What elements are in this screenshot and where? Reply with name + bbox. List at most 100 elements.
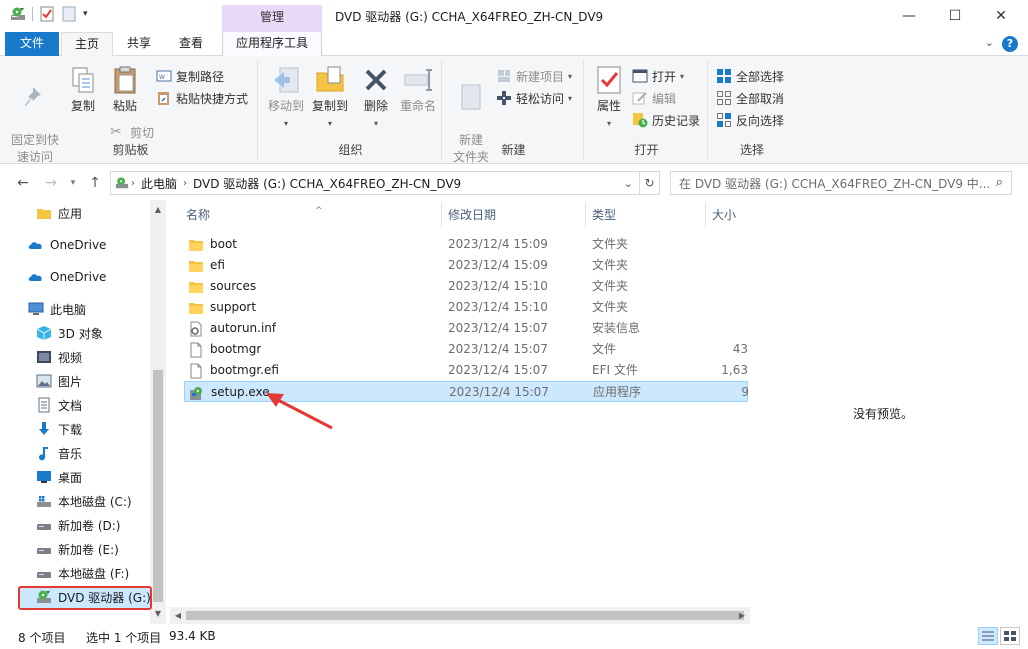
file-row-bootmgr[interactable]: bootmgr 2023/12/4 15:07 文件 43: [184, 339, 748, 360]
new-item-button[interactable]: 新建项目 ▾: [496, 66, 572, 86]
new-folder-icon[interactable]: [61, 6, 77, 22]
tab-share[interactable]: 共享: [116, 32, 162, 56]
scroll-down-icon[interactable]: ▼: [150, 606, 166, 622]
file-size: 9: [741, 385, 749, 399]
nav-item-documents[interactable]: 文档: [36, 394, 82, 416]
scroll-up-icon[interactable]: ▲: [150, 202, 166, 218]
nav-item-downloads[interactable]: 下载: [36, 418, 82, 440]
breadcrumb-chevron-icon[interactable]: ›: [129, 178, 137, 189]
nav-item-desktop[interactable]: 桌面: [36, 466, 82, 488]
tab-app-tools[interactable]: 应用程序工具: [222, 32, 322, 56]
nav-item-label: 视频: [58, 350, 83, 365]
file-row-bootmgr-efi[interactable]: bootmgr.efi 2023/12/4 15:07 EFI 文件 1,63: [184, 360, 748, 381]
delete-button[interactable]: 删除 ▾: [356, 64, 396, 132]
forward-arrow-icon[interactable]: →: [42, 174, 60, 192]
file-name-cell: bootmgr: [188, 339, 261, 360]
scroll-left-icon[interactable]: ◀: [170, 607, 186, 624]
easy-access-button[interactable]: 轻松访问 ▾: [496, 88, 572, 108]
properties-button[interactable]: 属性 ▾: [590, 64, 628, 132]
nav-item-onedrive[interactable]: OneDrive: [28, 234, 106, 256]
open-icon: [632, 69, 648, 83]
nav-item-dvd-drive-g[interactable]: DVD 驱动器 (G:): [20, 586, 151, 608]
file-size: 1,63: [721, 363, 748, 377]
paste-shortcut-button[interactable]: 粘贴快捷方式: [156, 88, 248, 108]
nav-item-pictures[interactable]: 图片: [36, 370, 82, 392]
nav-item-music[interactable]: 音乐: [36, 442, 82, 464]
breadcrumb-dvd-drive[interactable]: DVD 驱动器 (G:) CCHA_X64FREO_ZH-CN_DV9: [189, 175, 465, 192]
dvd-drive-icon[interactable]: [10, 6, 26, 22]
open-button[interactable]: 打开 ▾: [632, 66, 684, 86]
column-header-size[interactable]: 大小: [706, 202, 750, 228]
easy-access-icon: [497, 91, 511, 105]
cut-button[interactable]: ✂ 剪切: [110, 122, 154, 142]
copy-button[interactable]: 复制: [64, 64, 102, 115]
copy-path-button[interactable]: W 复制路径: [156, 66, 224, 86]
group-organize: 移动到 ▾ 复制到 ▾ 删除 ▾ 重命名 组织: [260, 60, 442, 160]
nav-item-local-disk-f[interactable]: 本地磁盘 (F:): [36, 562, 129, 584]
file-icon: [190, 342, 202, 357]
file-row-efi[interactable]: efi 2023/12/4 15:09 文件夹: [184, 255, 748, 276]
tab-file[interactable]: 文件: [5, 32, 59, 56]
nav-item-onedrive-2[interactable]: OneDrive: [28, 266, 106, 288]
minimize-button[interactable]: —: [886, 0, 932, 32]
select-none-icon: [717, 91, 731, 105]
select-none-button[interactable]: 全部取消: [716, 88, 784, 108]
collapse-ribbon-icon[interactable]: ⌄: [985, 36, 994, 49]
window-title: DVD 驱动器 (G:) CCHA_X64FREO_ZH-CN_DV9: [335, 10, 604, 24]
manage-context-header[interactable]: 管理: [222, 5, 322, 32]
column-header-name[interactable]: 名称 ^: [180, 202, 442, 228]
properties-icon[interactable]: [39, 6, 55, 22]
column-header-type[interactable]: 类型: [586, 202, 706, 228]
nav-item-volume-d[interactable]: 新加卷 (D:): [36, 514, 120, 536]
up-arrow-icon[interactable]: ↑: [86, 174, 104, 192]
file-row-setup-exe[interactable]: setup.exe 2023/12/4 15:07 应用程序 9: [184, 381, 749, 402]
no-preview-text: 没有预览。: [852, 407, 913, 421]
history-button[interactable]: 历史记录: [632, 110, 700, 130]
nav-item-apps[interactable]: 应用: [36, 202, 82, 224]
back-arrow-icon[interactable]: ←: [14, 174, 32, 192]
move-to-button[interactable]: 移动到 ▾: [264, 64, 308, 132]
file-row-support[interactable]: support 2023/12/4 15:10 文件夹: [184, 297, 748, 318]
large-icons-view-icon[interactable]: [1000, 627, 1020, 645]
nav-item-local-disk-c[interactable]: 本地磁盘 (C:): [36, 490, 132, 512]
scroll-right-icon[interactable]: ▶: [734, 607, 750, 624]
system-drive-icon: [37, 496, 51, 507]
rename-button[interactable]: 重命名: [396, 64, 440, 115]
column-header-date[interactable]: 修改日期: [442, 202, 586, 228]
address-bar[interactable]: › 此电脑 › DVD 驱动器 (G:) CCHA_X64FREO_ZH-CN_…: [110, 171, 640, 195]
breadcrumb-this-pc[interactable]: 此电脑: [137, 175, 181, 192]
file-scroll-thumb[interactable]: [186, 611, 744, 620]
file-size: [714, 297, 748, 318]
address-dropdown-icon[interactable]: ⌄: [622, 177, 635, 190]
nav-item-3d-objects[interactable]: 3D 对象: [36, 322, 103, 344]
edit-button[interactable]: 编辑: [632, 88, 676, 108]
cut-label: 剪切: [130, 125, 155, 140]
invert-selection-button[interactable]: 反向选择: [716, 110, 784, 130]
nav-item-this-pc[interactable]: 此电脑: [28, 298, 86, 320]
nav-item-videos[interactable]: 视频: [36, 346, 82, 368]
recent-locations-icon[interactable]: ▾: [64, 174, 82, 192]
search-icon[interactable]: ⌕: [996, 175, 1003, 190]
tab-home[interactable]: 主页: [61, 32, 113, 57]
select-all-button[interactable]: 全部选择: [716, 66, 784, 86]
tab-view[interactable]: 查看: [168, 32, 214, 56]
quick-access-toolbar: ▾: [10, 6, 88, 22]
file-row-autorun[interactable]: autorun.inf 2023/12/4 15:07 安装信息: [184, 318, 748, 339]
copy-to-button[interactable]: 复制到 ▾: [308, 64, 352, 132]
nav-scroll-thumb[interactable]: [153, 370, 163, 602]
help-icon[interactable]: ?: [1002, 36, 1018, 52]
nav-vertical-scrollbar[interactable]: ▲ ▼: [150, 200, 166, 624]
maximize-button[interactable]: ☐: [932, 0, 978, 32]
file-row-sources[interactable]: sources 2023/12/4 15:10 文件夹: [184, 276, 748, 297]
breadcrumb-chevron-icon[interactable]: ›: [181, 178, 189, 189]
refresh-icon[interactable]: ↻: [640, 171, 660, 195]
nav-item-volume-e[interactable]: 新加卷 (E:): [36, 538, 119, 560]
file-horizontal-scrollbar[interactable]: ◀ ▶: [170, 607, 750, 624]
close-button[interactable]: ✕: [978, 0, 1024, 32]
details-view-icon[interactable]: [978, 627, 998, 645]
file-row-boot[interactable]: boot 2023/12/4 15:09 文件夹: [184, 234, 748, 255]
search-box[interactable]: 在 DVD 驱动器 (G:) CCHA_X64FREO_ZH-CN_DV9 中.…: [670, 171, 1012, 195]
paste-button[interactable]: 粘贴: [104, 64, 146, 115]
qat-customize-icon[interactable]: ▾: [83, 9, 88, 19]
copy-to-icon: [316, 66, 344, 92]
